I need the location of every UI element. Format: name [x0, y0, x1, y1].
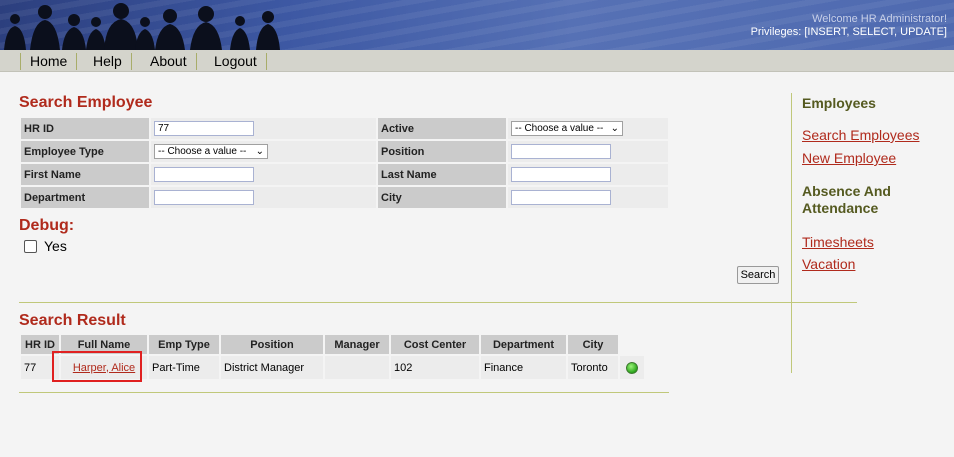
sidebar-link-timesheets[interactable]: Timesheets: [802, 234, 874, 250]
sidebar-heading-absence-line2: Attendance: [802, 200, 879, 216]
col-position: Position: [221, 335, 323, 354]
debug-yes-label: Yes: [44, 238, 67, 254]
last-name-label: Last Name: [378, 164, 506, 185]
employee-type-select[interactable]: -- Choose a value -- ⌄: [154, 144, 268, 159]
nav-home[interactable]: Home: [20, 53, 78, 70]
cell-city: Toronto: [568, 356, 618, 379]
silhouettes-logo: [4, 3, 280, 50]
sidebar-heading-absence-line1: Absence And: [802, 183, 891, 199]
cell-manager: [325, 356, 389, 379]
nav-bar: Home Help About Logout: [0, 50, 954, 72]
cell-emp-type: Part-Time: [149, 356, 219, 379]
col-manager: Manager: [325, 335, 389, 354]
col-cost-center: Cost Center: [391, 335, 479, 354]
col-city: City: [568, 335, 618, 354]
sidebar-link-vacation[interactable]: Vacation: [802, 256, 855, 272]
cell-cost-center: 102: [391, 356, 479, 379]
active-label: Active: [378, 118, 506, 139]
col-department: Department: [481, 335, 566, 354]
sidebar-link-new-employee[interactable]: New Employee: [802, 150, 896, 166]
first-name-input[interactable]: [154, 167, 254, 182]
last-name-input[interactable]: [511, 167, 611, 182]
position-label: Position: [378, 141, 506, 162]
active-select[interactable]: -- Choose a value -- ⌄: [511, 121, 623, 136]
chevron-down-icon: ⌄: [255, 146, 264, 157]
first-name-label: First Name: [21, 164, 149, 185]
divider: [19, 392, 669, 393]
department-label: Department: [21, 187, 149, 208]
welcome-text: Welcome HR Administrator!: [812, 13, 947, 25]
department-input[interactable]: [154, 190, 254, 205]
search-form: HR ID 77 Active -- Choose a value -- ⌄ E…: [19, 116, 670, 210]
col-emp-type: Emp Type: [149, 335, 219, 354]
nav-logout[interactable]: Logout: [205, 53, 267, 70]
hr-id-label: HR ID: [21, 118, 149, 139]
city-label: City: [378, 187, 506, 208]
employee-type-label: Employee Type: [21, 141, 149, 162]
employee-type-select-value: -- Choose a value --: [158, 146, 247, 157]
sidebar-heading-absence: Absence And Attendance: [802, 183, 891, 217]
search-employee-title: Search Employee: [19, 94, 153, 111]
debug-title: Debug:: [19, 217, 75, 234]
sidebar-divider: [791, 93, 792, 373]
nav-about[interactable]: About: [141, 53, 197, 70]
search-result-title: Search Result: [19, 312, 126, 329]
privileges-text: Privileges: [INSERT, SELECT, UPDATE]: [750, 26, 947, 38]
hr-id-input[interactable]: 77: [154, 121, 254, 136]
cell-position: District Manager: [221, 356, 323, 379]
city-input[interactable]: [511, 190, 611, 205]
active-select-value: -- Choose a value --: [515, 123, 604, 134]
active-status-icon: [626, 361, 638, 374]
sidebar-link-search-employees[interactable]: Search Employees: [802, 127, 920, 143]
sidebar-heading-employees: Employees: [802, 95, 876, 111]
position-input[interactable]: [511, 144, 611, 159]
chevron-down-icon: ⌄: [610, 123, 619, 134]
search-button[interactable]: Search: [737, 266, 779, 284]
debug-checkbox[interactable]: [24, 240, 37, 253]
header-banner: Welcome HR Administrator! Privileges: [I…: [0, 0, 954, 50]
cell-department: Finance: [481, 356, 566, 379]
highlight-box: [52, 351, 142, 382]
nav-help[interactable]: Help: [84, 53, 132, 70]
divider: [19, 302, 857, 303]
